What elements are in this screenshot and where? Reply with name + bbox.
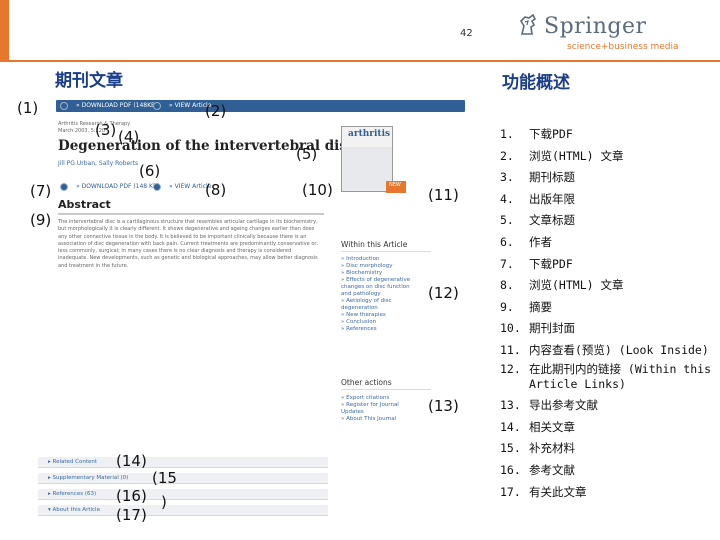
within-article-link[interactable]: » Effects of degenerative — [341, 277, 451, 284]
abstract-rule — [58, 213, 324, 215]
within-article-heading: Within this Article — [341, 240, 408, 249]
look-inside-label[interactable]: NEW — [389, 182, 401, 188]
feature-item: 8. 浏览(HTML) 文章 — [500, 275, 715, 297]
feature-item: 3. 期刊标题 — [500, 167, 715, 189]
feature-text: 在此期刊内的链接 (Within this Article Links) — [529, 361, 712, 391]
feature-text: 内容查看(预览) (Look Inside) — [529, 342, 709, 357]
feature-number: 6. — [500, 234, 514, 249]
within-article-rule — [341, 251, 431, 252]
callout-15-close: ) — [161, 493, 167, 511]
feature-item: 17. 有关此文章 — [500, 482, 715, 504]
other-actions-heading: Other actions — [341, 378, 392, 387]
feature-text: 下载PDF — [529, 256, 573, 271]
feature-number: 9. — [500, 299, 514, 314]
callout-1: (1) — [17, 99, 39, 117]
feature-number: 1. — [500, 127, 514, 141]
feature-number: 8. — [500, 278, 514, 293]
feature-number: 13. — [500, 398, 521, 413]
feature-text: 出版年限 — [529, 191, 575, 206]
feature-number: 5. — [500, 213, 514, 228]
within-article-link[interactable]: » References — [341, 326, 451, 333]
feature-number: 14. — [500, 419, 521, 434]
within-article-link[interactable]: » Disc morphology — [341, 263, 451, 270]
within-article-link[interactable]: » Conclusion — [341, 319, 451, 326]
accordion-item[interactable]: ▸ Related Content — [38, 457, 328, 468]
callout-14: (14) — [116, 452, 147, 470]
feature-number: 11. — [500, 342, 521, 357]
feature-item: 10. 期刊封面 — [500, 318, 715, 340]
abstract-text: The intervertebral disc is a cartilagino… — [58, 219, 319, 269]
feature-text: 期刊封面 — [529, 321, 575, 336]
feature-item: 14. 相关文章 — [500, 417, 715, 439]
feature-text: 补充材料 — [529, 441, 575, 456]
feature-item: 11. 内容查看(预览) (Look Inside) — [500, 343, 715, 358]
other-actions-rule — [341, 389, 431, 390]
feature-list: 1. 下载PDF 2. 浏览(HTML) 文章 3. 期刊标题 4. 出版年限 5. 文章标题 6.… — [500, 124, 715, 503]
callout-4: (4) — [118, 128, 140, 146]
callout-15: (15 — [152, 469, 177, 487]
download-pdf-button[interactable]: » DOWNLOAD PDF (148KB) — [62, 101, 158, 111]
feature-text: 导出参考文献 — [529, 398, 598, 413]
feature-text: 作者 — [529, 234, 552, 249]
accordion-item[interactable]: ▸ Supplementary Material (0) — [38, 473, 328, 484]
feature-text: 浏览(HTML) 文章 — [529, 278, 624, 293]
callout-10: (10) — [302, 181, 333, 199]
accordion-item[interactable]: ▸ References (63) — [38, 489, 328, 500]
accordion-item[interactable]: ▾ About this Article — [38, 505, 328, 516]
feature-number: 15. — [500, 441, 521, 456]
feature-item: 2. 浏览(HTML) 文章 — [500, 146, 715, 168]
callout-11: (11) — [428, 186, 459, 204]
feature-text: 相关文章 — [529, 419, 575, 434]
feature-item: 4. 出版年限 — [500, 189, 715, 211]
feature-text: 摘要 — [529, 299, 552, 314]
callout-17: (17) — [116, 506, 147, 524]
within-article-link[interactable]: » Introduction — [341, 256, 451, 263]
callout-3: (3) — [95, 121, 117, 139]
feature-number: 17. — [500, 484, 521, 499]
feature-number: 16. — [500, 462, 521, 477]
callout-5: (5) — [296, 145, 318, 163]
other-action-link[interactable]: » About This Journal — [341, 416, 451, 423]
cover-title: arthritis — [342, 127, 392, 147]
feature-item: 5. 文章标题 — [500, 210, 715, 232]
feature-number: 10. — [500, 321, 521, 336]
feature-item: 12. 在此期刊内的链接 (Within this Article Links) — [500, 362, 715, 392]
article-authors[interactable]: Jill PG Urban, Sally Roberts — [58, 160, 138, 167]
callout-12: (12) — [428, 284, 459, 302]
callout-7: (7) — [30, 182, 52, 200]
callout-2: (2) — [205, 102, 227, 120]
feature-item: 9. 摘要 — [500, 297, 715, 319]
feature-item: 1. 下载PDF — [500, 124, 715, 146]
within-article-link[interactable]: degeneration — [341, 305, 451, 312]
callout-13: (13) — [428, 397, 459, 415]
feature-number: 12. — [500, 361, 521, 376]
feature-text: 期刊标题 — [529, 170, 575, 185]
callout-8: (8) — [205, 181, 227, 199]
abstract-heading: Abstract — [58, 198, 111, 211]
feature-number: 4. — [500, 191, 514, 206]
feature-text: 有关此文章 — [529, 484, 587, 499]
feature-number: 3. — [500, 170, 514, 185]
journal-cover[interactable]: arthritis — [341, 126, 406, 193]
download-pdf-button-2[interactable]: » DOWNLOAD PDF (148 KB) — [62, 182, 159, 192]
feature-number: 7. — [500, 256, 514, 271]
callout-6: (6) — [139, 162, 161, 180]
feature-item: 6. 作者 — [500, 232, 715, 254]
feature-text: 文章标题 — [529, 213, 575, 228]
feature-text: 浏览(HTML) 文章 — [529, 148, 624, 163]
feature-number: 2. — [500, 148, 514, 163]
within-article-link[interactable]: » Biochemistry — [341, 270, 451, 277]
view-article-button-2[interactable]: » VIEW Article — [155, 182, 211, 192]
article-accordion: ▸ Related Content ▸ Supplementary Materia… — [38, 457, 328, 521]
feature-item: 13. 导出参考文献 — [500, 395, 715, 417]
feature-text: 参考文献 — [529, 462, 575, 477]
view-article-button[interactable]: » VIEW Article — [155, 101, 211, 111]
feature-text: 下载PDF — [529, 127, 573, 141]
feature-item: 7. 下载PDF — [500, 254, 715, 276]
feature-item: 16. 参考文献 — [500, 460, 715, 482]
feature-item: 15. 补充材料 — [500, 438, 715, 460]
callout-9: (9) — [30, 211, 52, 229]
callout-16: (16) — [116, 487, 147, 505]
within-article-link[interactable]: » New therapies — [341, 312, 451, 319]
